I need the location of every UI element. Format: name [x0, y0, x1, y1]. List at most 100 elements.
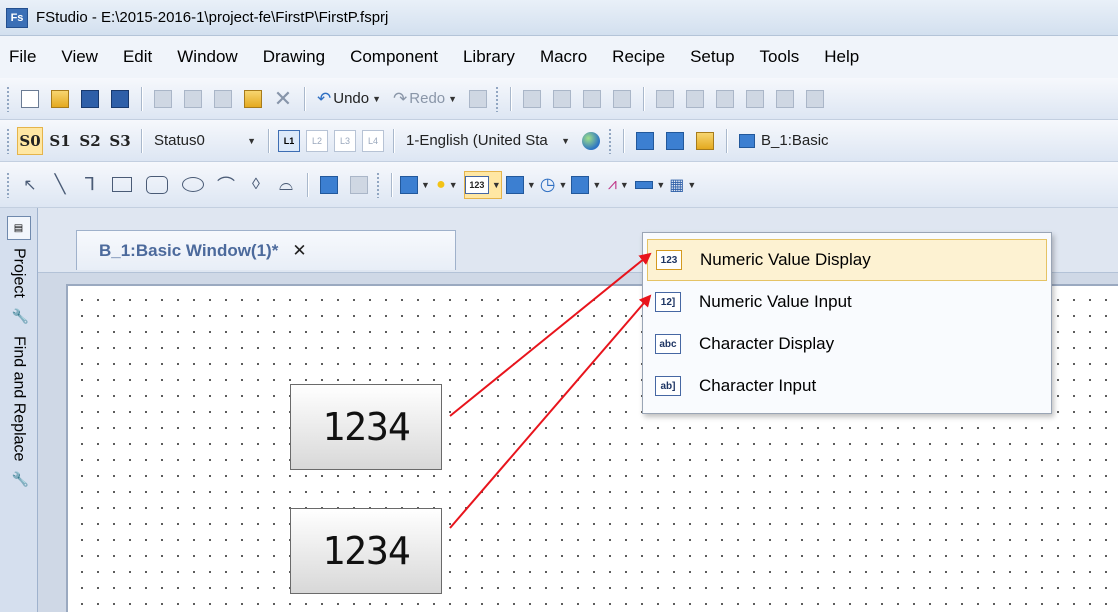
- trend-graph-icon: ⩘: [607, 175, 617, 193]
- layer-l4-button[interactable]: L4: [362, 129, 384, 152]
- menu-tools[interactable]: Tools: [757, 45, 803, 69]
- toolbar-grip[interactable]: [608, 127, 612, 154]
- bring-front-button[interactable]: [579, 85, 605, 113]
- window-list-button[interactable]: [662, 127, 688, 155]
- curve-tool[interactable]: ⌓: [273, 171, 299, 199]
- menu-view[interactable]: View: [58, 45, 101, 69]
- undo-button[interactable]: ↶ Undo ▼: [313, 85, 385, 113]
- open-folder-button[interactable]: [47, 85, 73, 113]
- redo-button[interactable]: ↷ Redo ▼: [389, 85, 461, 113]
- state-s2-label: S2: [79, 131, 101, 150]
- menu-setup[interactable]: Setup: [687, 45, 737, 69]
- align-left-button[interactable]: [652, 85, 678, 113]
- state-s0-button[interactable]: S0: [17, 126, 43, 155]
- bring-front-icon: [583, 89, 602, 108]
- layer-l2-button[interactable]: L2: [306, 129, 328, 152]
- lamp-component-tool[interactable]: ● ▼: [434, 171, 460, 199]
- new-file-icon: [21, 89, 39, 108]
- toolbar-grip[interactable]: [376, 171, 380, 198]
- tab-basic-window[interactable]: B_1:Basic Window(1)* ✕: [76, 230, 456, 270]
- menu-window[interactable]: Window: [174, 45, 240, 69]
- globe-icon: [582, 131, 600, 150]
- menu-drawing[interactable]: Drawing: [260, 45, 328, 69]
- status-select[interactable]: Status0 ▼: [150, 127, 260, 155]
- window-properties-button[interactable]: [692, 127, 718, 155]
- send-back-button[interactable]: [609, 85, 635, 113]
- numeric-input-object[interactable]: 1234: [290, 508, 442, 594]
- table-tool[interactable]: ▦ ▼: [669, 171, 696, 199]
- window-selector[interactable]: B_1:Basic: [735, 127, 833, 155]
- save-button[interactable]: [77, 85, 103, 113]
- language-select[interactable]: 1-English (United Sta ▼: [402, 127, 574, 155]
- lamp-icon: ●: [436, 175, 446, 193]
- text-tool[interactable]: [346, 171, 372, 199]
- menu-file[interactable]: File: [6, 45, 39, 69]
- bar-graph-tool[interactable]: ▼: [571, 171, 601, 199]
- new-window-button[interactable]: [632, 127, 658, 155]
- menu-macro[interactable]: Macro: [537, 45, 590, 69]
- menu-item-numeric-value-input[interactable]: 12] Numeric Value Input: [647, 281, 1047, 323]
- state-s3-button[interactable]: S3: [107, 127, 133, 155]
- new-file-button[interactable]: [17, 85, 43, 113]
- menu-item-numeric-value-display[interactable]: 123 Numeric Value Display: [647, 239, 1047, 281]
- ellipse-tool[interactable]: [177, 171, 209, 199]
- close-icon[interactable]: ✕: [292, 241, 306, 261]
- freeform-tool[interactable]: ◊: [243, 171, 269, 199]
- standard-toolbar: ✕ ↶ Undo ▼ ↷ Redo ▼: [0, 78, 1118, 120]
- state-s1-button[interactable]: S1: [47, 127, 73, 155]
- menu-library[interactable]: Library: [460, 45, 518, 69]
- polygon-tool[interactable]: [141, 171, 173, 199]
- toolbar-grip[interactable]: [6, 85, 10, 112]
- window-list-icon: [666, 131, 684, 150]
- status-select-value: Status0: [154, 132, 205, 149]
- menu-item-label: Character Display: [699, 334, 835, 353]
- state-s2-button[interactable]: S2: [77, 127, 103, 155]
- clock-component-tool[interactable]: ◷ ▼: [540, 171, 568, 199]
- meter-tool[interactable]: ▼: [635, 171, 665, 199]
- menu-help[interactable]: Help: [821, 45, 862, 69]
- tab-project[interactable]: Project: [7, 244, 31, 302]
- button-component-tool[interactable]: ▼: [400, 171, 430, 199]
- copy-button[interactable]: [180, 85, 206, 113]
- align-left-icon: [656, 89, 675, 108]
- align-right-button[interactable]: [712, 85, 738, 113]
- copy-multiple-button[interactable]: [210, 85, 236, 113]
- toolbar-grip[interactable]: [6, 127, 10, 154]
- toolbar-grip[interactable]: [495, 85, 500, 112]
- numeric-display-object[interactable]: 1234: [290, 384, 442, 470]
- group-button[interactable]: [519, 85, 545, 113]
- globe-button[interactable]: [578, 127, 604, 155]
- arc-tool[interactable]: ⌒: [213, 171, 239, 199]
- picture-tool[interactable]: [316, 171, 342, 199]
- undo-icon: ↶: [317, 88, 332, 108]
- find-replace-text-button[interactable]: [465, 85, 491, 113]
- switch-component-tool[interactable]: ▼: [505, 171, 536, 199]
- align-center-button[interactable]: [682, 85, 708, 113]
- align-bottom-button[interactable]: [802, 85, 828, 113]
- numeric-component-tool[interactable]: 123 ▼: [463, 170, 502, 199]
- align-top-button[interactable]: [742, 85, 768, 113]
- ungroup-button[interactable]: [549, 85, 575, 113]
- pointer-tool[interactable]: ↖: [17, 171, 43, 199]
- line-tool[interactable]: ╲: [47, 171, 73, 199]
- menu-item-character-display[interactable]: abc Character Display: [647, 323, 1047, 365]
- menu-item-character-input[interactable]: ab] Character Input: [647, 365, 1047, 407]
- tab-find-and-replace[interactable]: Find and Replace: [7, 332, 31, 465]
- menu-recipe[interactable]: Recipe: [609, 45, 668, 69]
- align-middle-button[interactable]: [772, 85, 798, 113]
- save-all-button[interactable]: [107, 85, 133, 113]
- toolbar-separator: [726, 128, 727, 153]
- paste-button[interactable]: [240, 85, 266, 113]
- polyline-tool[interactable]: ⅂: [77, 171, 103, 199]
- ellipse-icon: [182, 177, 204, 192]
- menu-component[interactable]: Component: [347, 45, 441, 69]
- cut-button[interactable]: [150, 85, 176, 113]
- layer-l1-button[interactable]: L1: [278, 129, 300, 152]
- delete-button[interactable]: ✕: [270, 85, 296, 113]
- layer-l3-button[interactable]: L3: [334, 129, 356, 152]
- trend-graph-tool[interactable]: ⩘ ▼: [605, 171, 631, 199]
- toolbar-grip[interactable]: [6, 171, 10, 198]
- panel-icon[interactable]: ▤: [6, 216, 31, 240]
- rectangle-tool[interactable]: [107, 171, 137, 199]
- menu-edit[interactable]: Edit: [120, 45, 155, 69]
